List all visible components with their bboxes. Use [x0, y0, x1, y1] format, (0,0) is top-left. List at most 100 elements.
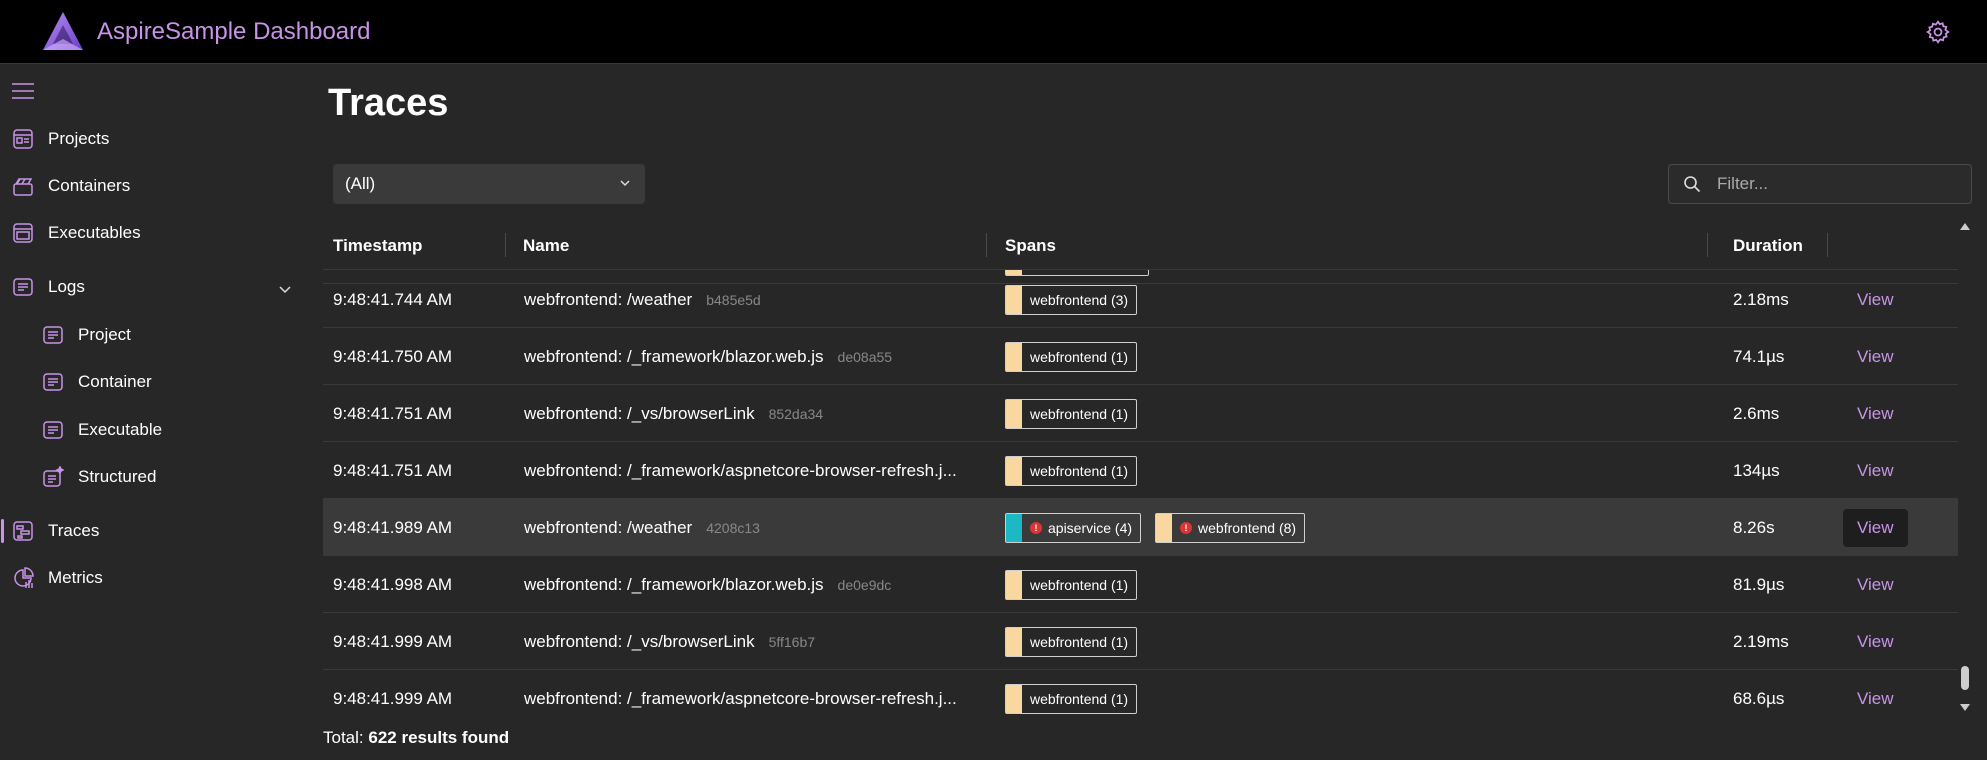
sidebar-item-logs[interactable]: Logs — [12, 269, 85, 305]
view-link[interactable]: View — [1857, 632, 1894, 652]
spans-cell: webfrontend (1) — [1005, 556, 1151, 613]
view-cell: View — [1857, 271, 1894, 328]
view-link[interactable]: View — [1857, 290, 1894, 310]
sidebar-item-log-container[interactable]: Container — [42, 364, 152, 400]
view-link[interactable]: View — [1857, 347, 1894, 367]
span-label: ! webfrontend (8) — [1172, 520, 1304, 536]
trace-name: webfrontend: /weather — [524, 517, 693, 537]
sidebar-item-containers[interactable]: Containers — [12, 168, 130, 204]
span-chip[interactable]: webfrontend (1) — [1005, 569, 1138, 600]
span-chip[interactable]: webfrontend (3) — [1005, 284, 1138, 315]
table-row[interactable]: 9:48:41.751 AM webfrontend: /_framework/a… — [323, 442, 1958, 499]
sidebar-item-log-project[interactable]: Project — [42, 317, 131, 353]
sidebar: Projects Containers Executables Logs Pro… — [0, 64, 315, 760]
span-label: webfrontend (3) — [1030, 291, 1129, 308]
trace-id: 5ff16b7 — [768, 633, 816, 650]
table-row[interactable]: 9:48:41.999 AM webfrontend: /_vs/browserL… — [323, 613, 1958, 670]
view-link[interactable]: View — [1843, 508, 1908, 547]
column-divider[interactable] — [1707, 233, 1708, 257]
timestamp-cell: 9:48:41.998 AM — [333, 574, 453, 594]
chevron-down-icon[interactable] — [278, 283, 292, 297]
column-header-spans[interactable]: Spans — [1005, 236, 1056, 256]
span-color-swatch — [1006, 684, 1022, 713]
view-link[interactable]: View — [1857, 575, 1894, 595]
duration-cell: 81.9µs — [1733, 574, 1785, 594]
sidebar-item-log-executable[interactable]: Executable — [42, 412, 162, 448]
sidebar-item-traces[interactable]: Traces — [0, 513, 99, 549]
name-cell: webfrontend: /weather 4208c13 — [524, 499, 760, 556]
span-color-swatch — [1006, 513, 1022, 542]
span-chip[interactable]: webfrontend (1) — [1005, 626, 1138, 657]
sidebar-item-projects[interactable]: Projects — [12, 121, 109, 157]
span-color-swatch — [1006, 285, 1022, 314]
top-bar: AspireSample Dashboard — [0, 0, 1987, 64]
settings-gear-icon[interactable] — [1925, 19, 1951, 45]
span-chip[interactable]: webfrontend (1) — [1005, 341, 1138, 372]
table-row[interactable]: 9:48:41.989 AM webfrontend: /weather 4208c… — [323, 499, 1958, 556]
view-link[interactable]: View — [1857, 404, 1894, 424]
span-label: webfrontend (1) — [1030, 576, 1129, 593]
spans-cell: webfrontend (1) — [1005, 385, 1151, 442]
table-row[interactable]: 9:48:41.998 AM webfrontend: /_framework/b… — [323, 556, 1958, 613]
containers-icon — [13, 178, 33, 196]
name-cell: webfrontend: /weather b485e5d — [524, 271, 761, 328]
sidebar-item-metrics[interactable]: Metrics — [12, 560, 103, 596]
trace-name: webfrontend: /_framework/aspnetcore-brow… — [524, 688, 957, 708]
metrics-icon — [14, 567, 34, 588]
view-cell: View — [1857, 442, 1894, 499]
menu-icon[interactable] — [12, 82, 34, 100]
span-label: webfrontend (1) — [1030, 690, 1129, 707]
duration-cell: 134µs — [1733, 460, 1780, 480]
duration-cell: 2.19ms — [1733, 631, 1789, 651]
trace-name: webfrontend: /_framework/blazor.web.js — [524, 574, 824, 594]
view-link[interactable]: View — [1857, 461, 1894, 481]
column-header-name[interactable]: Name — [523, 236, 569, 256]
table-row[interactable]: 9:48:41.751 AM webfrontend: /_vs/browserL… — [323, 385, 1958, 442]
app-title[interactable]: AspireSample Dashboard — [97, 18, 370, 46]
table-row[interactable]: 9:48:41.999 AM webfrontend: /_framework/a… — [323, 670, 1958, 714]
column-divider[interactable] — [1827, 233, 1828, 257]
chevron-down-icon — [620, 180, 630, 187]
spans-cell: ! apiservice (4) ! webfrontend (8) — [1005, 499, 1319, 556]
sidebar-item-label: Project — [78, 325, 131, 344]
traces-grid: Timestamp Name Spans Duration 9:48:41.74… — [323, 220, 1958, 714]
view-link[interactable]: View — [1857, 689, 1894, 709]
duration-cell: 68.6µs — [1733, 688, 1785, 708]
sidebar-item-executables[interactable]: Executables — [12, 215, 141, 251]
scroll-up-arrow — [1960, 223, 1970, 230]
span-label: webfrontend (1) — [1030, 633, 1129, 650]
span-chip[interactable]: webfrontend (1) — [1005, 683, 1138, 714]
span-chip[interactable]: ! webfrontend (8) — [1155, 512, 1306, 543]
timestamp-cell: 9:48:41.751 AM — [333, 403, 453, 423]
trace-name: webfrontend: /_framework/blazor.web.js — [524, 346, 824, 366]
filter-input[interactable] — [1715, 173, 1949, 195]
name-cell: webfrontend: /_vs/browserLink 852da34 — [524, 385, 823, 442]
table-row[interactable]: 9:48:41.750 AM webfrontend: /_framework/b… — [323, 328, 1958, 385]
span-label: webfrontend (1) — [1030, 462, 1129, 479]
scroll-thumb — [1961, 666, 1969, 690]
structured-log-icon — [43, 466, 64, 487]
column-divider[interactable] — [505, 233, 506, 257]
scroll-down-arrow — [1960, 704, 1970, 711]
span-label: ! apiservice (4) — [1022, 520, 1140, 536]
span-chip[interactable]: ! apiservice (4) — [1005, 512, 1142, 543]
name-cell: webfrontend: /_framework/blazor.web.js de… — [524, 328, 892, 385]
sidebar-item-label: Projects — [48, 129, 110, 148]
resource-select[interactable]: (All) — [333, 164, 645, 204]
column-header-timestamp[interactable]: Timestamp — [333, 236, 422, 256]
span-chip[interactable]: webfrontend (1) — [1005, 455, 1138, 486]
column-header-duration[interactable]: Duration — [1733, 236, 1803, 256]
column-divider[interactable] — [986, 233, 987, 257]
filter-box[interactable] — [1668, 164, 1972, 204]
table-row[interactable]: 9:48:41.744 AM webfrontend: /weather b485e… — [323, 271, 1958, 328]
timestamp-cell: 9:48:41.999 AM — [333, 631, 453, 651]
span-chip[interactable]: webfrontend (1) — [1005, 398, 1138, 429]
view-cell: View — [1857, 670, 1894, 714]
spans-cell: webfrontend (1) — [1005, 328, 1151, 385]
vertical-scrollbar[interactable] — [1958, 220, 1972, 714]
log-project-icon — [43, 326, 63, 344]
trace-name: webfrontend: /_vs/browserLink — [524, 631, 755, 651]
sidebar-item-structured[interactable]: Structured — [42, 459, 156, 495]
spans-cell: webfrontend (1) — [1005, 670, 1151, 714]
sidebar-item-label: Logs — [48, 277, 85, 296]
